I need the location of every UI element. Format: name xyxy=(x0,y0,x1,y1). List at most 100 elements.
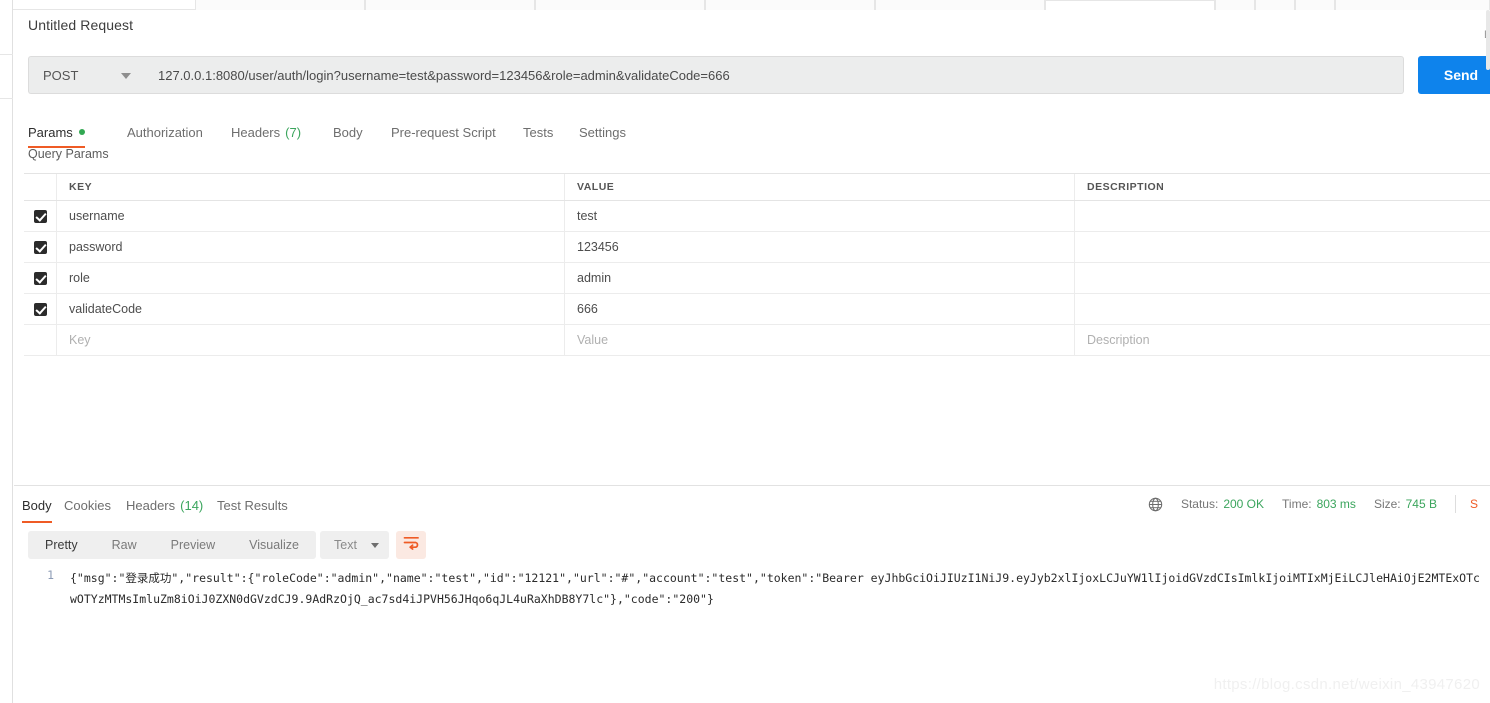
response-tab-cookies[interactable]: Cookies xyxy=(64,490,111,520)
tab-strip-segment[interactable] xyxy=(1295,0,1335,10)
tab-headers-label: Headers xyxy=(231,124,281,140)
response-tab-body-label: Body xyxy=(22,497,52,513)
header-check-cell xyxy=(24,174,56,200)
query-params-table: KEY VALUE DESCRIPTION username test pass… xyxy=(24,173,1490,356)
row-value[interactable]: 666 xyxy=(564,294,1074,324)
http-method-dropdown[interactable]: POST xyxy=(28,56,144,94)
response-body-json[interactable]: {"msg":"登录成功","result":{"roleCode":"admi… xyxy=(70,568,1480,610)
header-description: DESCRIPTION xyxy=(1074,174,1490,200)
line-number: 1 xyxy=(47,568,54,582)
divider xyxy=(1454,495,1456,513)
tab-strip-segment[interactable] xyxy=(1255,0,1295,10)
row-checkbox-cell[interactable] xyxy=(24,263,56,293)
table-row[interactable]: role admin xyxy=(24,263,1490,294)
tab-pre-request-script[interactable]: Pre-request Script xyxy=(391,116,496,148)
checkbox-checked-icon[interactable] xyxy=(33,240,47,254)
response-tab-headers-label: Headers xyxy=(126,497,176,513)
row-key[interactable]: validateCode xyxy=(56,294,564,324)
postman-window: Untitled Request POST 127.0.0.1:8080/use… xyxy=(0,0,1490,703)
size-label: Size: xyxy=(1373,497,1401,511)
send-button[interactable]: Send xyxy=(1418,56,1490,94)
table-row[interactable]: username test xyxy=(24,201,1490,232)
header-key: KEY xyxy=(56,174,564,200)
tab-settings[interactable]: Settings xyxy=(579,116,626,148)
query-params-label: Query Params xyxy=(28,147,109,161)
body-view-visualize[interactable]: Visualize xyxy=(232,531,316,559)
table-row[interactable]: password 123456 xyxy=(24,232,1490,263)
checkbox-checked-icon[interactable] xyxy=(33,302,47,316)
table-header-row: KEY VALUE DESCRIPTION xyxy=(24,173,1490,201)
tab-authorization-label: Authorization xyxy=(127,124,203,140)
globe-icon[interactable] xyxy=(1148,497,1163,512)
row-key[interactable]: role xyxy=(56,263,564,293)
chevron-down-icon xyxy=(121,73,131,79)
request-title: Untitled Request xyxy=(28,17,134,33)
tab-strip-segment[interactable] xyxy=(1335,0,1490,10)
tab-body[interactable]: Body xyxy=(333,116,363,148)
tab-params[interactable]: Params xyxy=(28,116,85,148)
vertical-scrollbar[interactable] xyxy=(1486,10,1490,70)
row-description[interactable] xyxy=(1074,294,1490,324)
body-view-raw[interactable]: Raw xyxy=(95,531,154,559)
body-format-label: Text xyxy=(334,538,357,552)
tab-strip-segment[interactable] xyxy=(365,0,535,10)
row-key[interactable]: password xyxy=(56,232,564,262)
row-checkbox-cell[interactable] xyxy=(24,232,56,262)
tab-strip-segment[interactable] xyxy=(195,0,365,10)
tab-headers[interactable]: Headers (7) xyxy=(231,116,301,148)
new-row-value-input[interactable]: Value xyxy=(564,325,1074,355)
tab-strip-segment-active[interactable] xyxy=(1045,0,1215,10)
tab-strip-segment[interactable] xyxy=(875,0,1045,10)
save-response-link[interactable]: S xyxy=(1470,497,1478,511)
row-key[interactable]: username xyxy=(56,201,564,231)
row-checkbox-cell[interactable] xyxy=(24,294,56,324)
tab-body-label: Body xyxy=(333,124,363,140)
new-row-key-input[interactable]: Key xyxy=(56,325,564,355)
url-text: 127.0.0.1:8080/user/auth/login?username=… xyxy=(158,67,730,83)
tab-tests[interactable]: Tests xyxy=(523,116,553,148)
row-checkbox-cell[interactable] xyxy=(24,201,56,231)
tab-headers-count: (7) xyxy=(285,124,302,140)
time-value: 803 ms xyxy=(1316,497,1356,511)
body-view-pretty[interactable]: Pretty xyxy=(28,531,95,559)
http-method-label: POST xyxy=(43,67,79,83)
checkbox-checked-icon[interactable] xyxy=(33,271,47,285)
tab-strip-segment[interactable] xyxy=(535,0,705,10)
tab-params-label: Params xyxy=(28,124,73,140)
tab-authorization[interactable]: Authorization xyxy=(127,116,203,148)
response-tab-test-results-label: Test Results xyxy=(217,497,288,513)
body-view-preview[interactable]: Preview xyxy=(154,531,232,559)
header-value: VALUE xyxy=(564,174,1074,200)
tab-tests-label: Tests xyxy=(523,124,554,140)
row-description[interactable] xyxy=(1074,263,1490,293)
response-tab-headers[interactable]: Headers (14) xyxy=(126,490,203,520)
time-label: Time: xyxy=(1282,497,1312,511)
wrap-text-icon xyxy=(403,535,420,555)
url-row: POST 127.0.0.1:8080/user/auth/login?user… xyxy=(28,56,1490,94)
left-rail xyxy=(0,0,13,703)
row-value[interactable]: test xyxy=(564,201,1074,231)
request-tabs: Params Authorization Headers (7) Body Pr… xyxy=(28,116,1490,148)
body-format-dropdown[interactable]: Text xyxy=(320,531,389,559)
url-input[interactable]: 127.0.0.1:8080/user/auth/login?username=… xyxy=(144,56,1404,94)
chevron-down-icon xyxy=(370,543,379,548)
response-tab-test-results[interactable]: Test Results xyxy=(217,490,288,520)
body-view-segmented-control: Pretty Raw Preview Visualize xyxy=(28,531,316,559)
tab-settings-label: Settings xyxy=(579,124,626,140)
status-value: 200 OK xyxy=(1223,497,1265,511)
tab-strip-segment[interactable] xyxy=(705,0,875,10)
row-description[interactable] xyxy=(1074,232,1490,262)
row-value[interactable]: admin xyxy=(564,263,1074,293)
wrap-text-button[interactable] xyxy=(396,531,426,559)
response-divider xyxy=(14,485,1490,486)
status-label: Status: xyxy=(1180,497,1219,511)
checkbox-checked-icon[interactable] xyxy=(33,209,47,223)
table-row[interactable]: validateCode 666 xyxy=(24,294,1490,325)
row-value[interactable]: 123456 xyxy=(564,232,1074,262)
table-row-new[interactable]: Key Value Description xyxy=(24,325,1490,356)
new-row-description-input[interactable]: Description xyxy=(1074,325,1490,355)
tab-strip-segment[interactable] xyxy=(1215,0,1255,10)
tab-active-underline xyxy=(22,521,52,523)
row-description[interactable] xyxy=(1074,201,1490,231)
response-tab-body[interactable]: Body xyxy=(22,490,52,523)
